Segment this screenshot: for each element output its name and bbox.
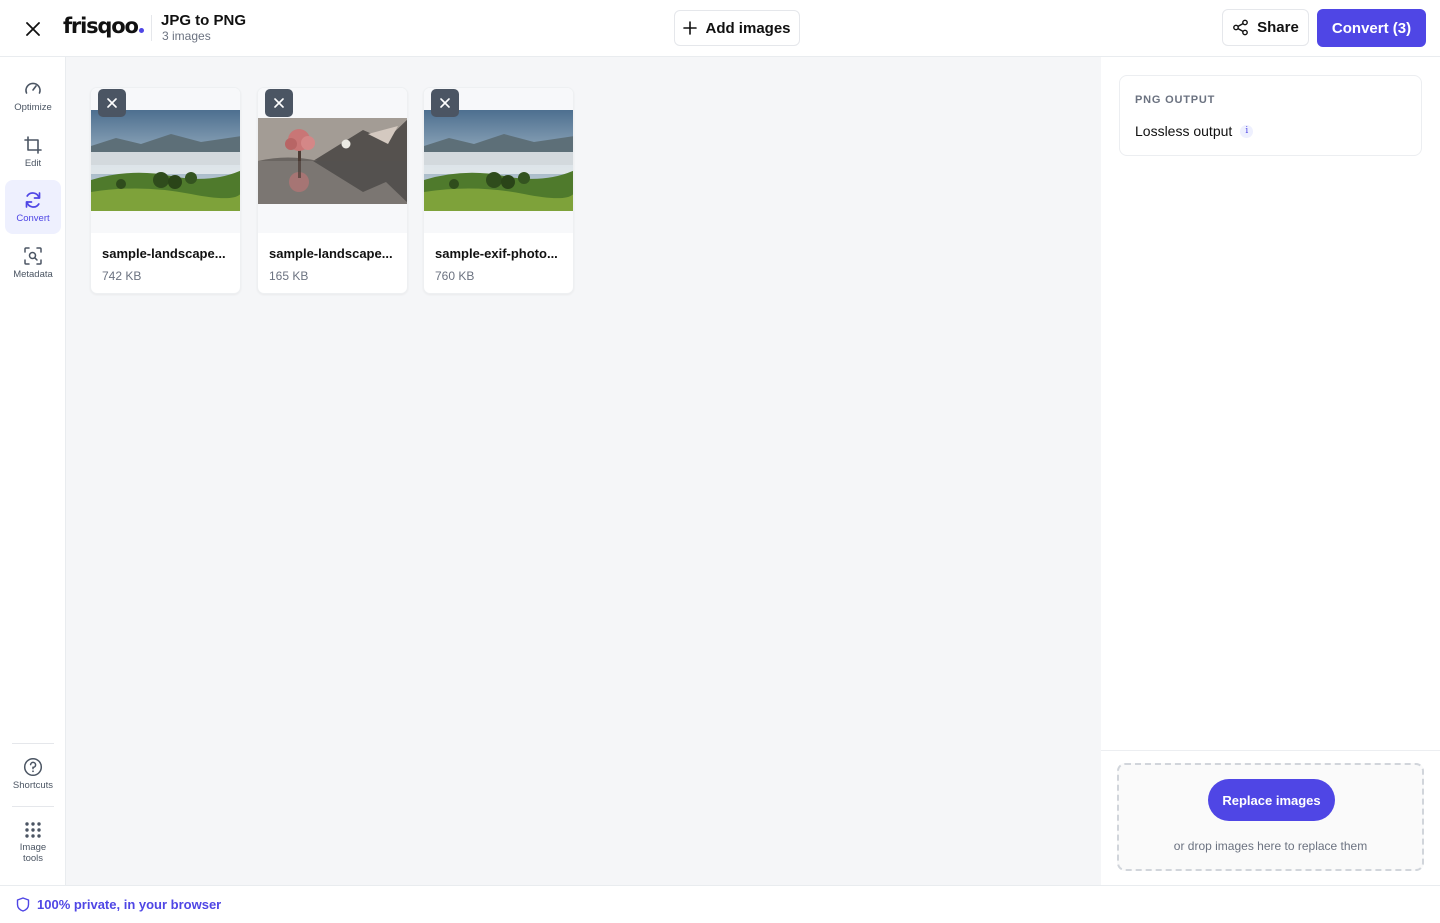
image-filename: sample-landscape...	[269, 246, 393, 261]
sidebar-item-optimize[interactable]: Optimize	[5, 69, 61, 123]
scan-search-icon	[24, 247, 42, 265]
image-card[interactable]: sample-landscape... 165 KB	[257, 87, 408, 294]
title-divider	[151, 15, 152, 41]
add-images-label: Add images	[705, 19, 791, 37]
share-button[interactable]: Share	[1222, 9, 1309, 46]
image-card[interactable]: sample-exif-photo... 760 KB	[423, 87, 574, 294]
sidebar-item-label: Edit	[24, 158, 42, 169]
landscape-thumbnail	[424, 110, 573, 211]
replace-images-button[interactable]: Replace images	[1208, 779, 1335, 821]
remove-image-button[interactable]	[265, 89, 293, 117]
image-card[interactable]: sample-landscape... 742 KB	[90, 87, 241, 294]
convert-button[interactable]: Convert (3)	[1317, 9, 1426, 47]
add-images-button[interactable]: Add images	[674, 10, 800, 46]
logo-dot	[138, 28, 144, 33]
help-circle-icon	[23, 757, 43, 777]
tree-reflection-thumbnail	[258, 117, 407, 204]
close-icon	[440, 98, 450, 108]
sidebar-item-edit[interactable]: Edit	[5, 125, 61, 179]
output-mode-label: Lossless output	[1135, 123, 1233, 139]
panel-divider	[1101, 750, 1440, 751]
tool-sidebar: Optimize Edit Convert Metadata Shortcuts…	[0, 57, 66, 885]
share-label: Share	[1257, 19, 1299, 36]
close-button[interactable]	[20, 16, 45, 41]
crop-icon	[24, 136, 42, 154]
close-icon	[274, 98, 284, 108]
sidebar-item-label: Convert	[16, 213, 50, 224]
drop-hint: or drop images here to replace them	[1173, 839, 1368, 853]
sidebar-item-label: Metadata	[13, 269, 53, 280]
status-bar: 100% private, in your browser	[0, 885, 1440, 923]
sidebar-item-convert[interactable]: Convert	[5, 180, 61, 234]
grid-dots-icon	[25, 821, 41, 838]
output-mode: Lossless output i	[1135, 123, 1254, 139]
top-bar: frisqoo JPG to PNG 3 images Add images S…	[0, 0, 1440, 57]
sidebar-item-image-tools[interactable]: Image tools	[5, 814, 61, 870]
sidebar-item-shortcuts[interactable]: Shortcuts	[5, 747, 61, 801]
share-icon	[1233, 19, 1249, 36]
image-filesize: 742 KB	[102, 269, 142, 283]
refresh-icon	[25, 192, 41, 208]
close-icon	[107, 98, 117, 108]
landscape-thumbnail	[91, 110, 240, 211]
close-icon	[25, 21, 40, 36]
privacy-text: 100% private, in your browser	[37, 897, 222, 912]
sidebar-item-label: Shortcuts	[12, 780, 54, 791]
shield-icon	[16, 897, 30, 912]
settings-panel: PNG OUTPUT Lossless output i Replace ima…	[1101, 57, 1440, 885]
output-settings-card: PNG OUTPUT Lossless output i	[1119, 75, 1422, 156]
replace-drop-zone[interactable]: Replace images or drop images here to re…	[1117, 763, 1424, 871]
gauge-icon	[25, 82, 41, 94]
image-filename: sample-exif-photo...	[435, 246, 558, 261]
plus-icon	[683, 21, 698, 35]
sidebar-divider	[12, 806, 54, 807]
remove-image-button[interactable]	[98, 89, 126, 117]
sidebar-item-label: Image tools	[19, 841, 47, 864]
remove-image-button[interactable]	[431, 89, 459, 117]
info-icon[interactable]: i	[1240, 124, 1254, 138]
output-heading: PNG OUTPUT	[1135, 94, 1216, 106]
image-count: 3 images	[162, 29, 211, 43]
page-title: JPG to PNG	[161, 12, 247, 29]
privacy-note: 100% private, in your browser	[16, 897, 221, 912]
sidebar-divider	[12, 743, 54, 744]
sidebar-item-metadata[interactable]: Metadata	[5, 236, 61, 290]
image-filesize: 760 KB	[435, 269, 475, 283]
sidebar-item-label: Optimize	[14, 102, 52, 113]
image-filename: sample-landscape...	[102, 246, 226, 261]
image-canvas: sample-landscape... 742 KB sample-landsc…	[66, 57, 1101, 885]
image-filesize: 165 KB	[269, 269, 309, 283]
app-logo[interactable]: frisqoo	[63, 14, 144, 38]
